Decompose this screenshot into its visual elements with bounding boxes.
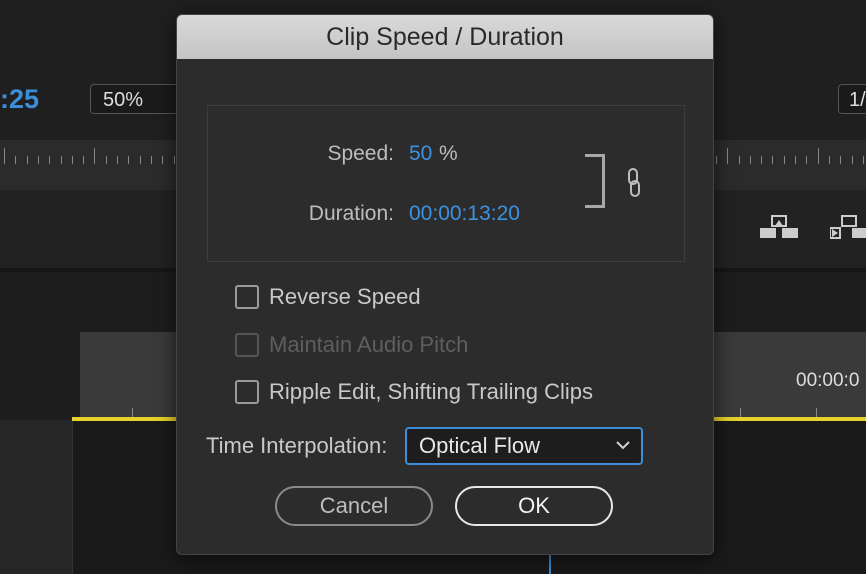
extract-icon[interactable] — [830, 214, 866, 240]
ruler-tick — [150, 156, 152, 164]
cancel-button[interactable]: Cancel — [275, 486, 433, 526]
ruler-tick — [37, 156, 39, 164]
ruler-tick — [727, 148, 729, 164]
checkbox-box[interactable] — [235, 380, 259, 404]
timeline-ruler-timecode: 00:00:0 — [796, 370, 860, 391]
ruler-tick — [173, 156, 175, 164]
ruler-tick — [49, 156, 51, 164]
ruler-tick — [795, 156, 796, 164]
ruler-tick — [83, 156, 85, 164]
time-interpolation-label: Time Interpolation: — [206, 433, 388, 458]
ruler-tick — [851, 156, 853, 164]
ruler-tick — [139, 156, 141, 164]
ruler-tick — [749, 156, 751, 164]
ruler-tick — [105, 156, 107, 164]
playhead-timecode[interactable]: :25 — [0, 84, 39, 115]
ruler-tick — [828, 156, 830, 164]
ruler-tick — [128, 156, 130, 164]
ripple-edit-checkbox[interactable]: Ripple Edit, Shifting Trailing Clips — [235, 377, 593, 407]
checkbox-box — [235, 333, 259, 357]
ruler-tick — [117, 156, 118, 164]
checkbox-label: Reverse Speed — [269, 284, 421, 309]
checkbox-box[interactable] — [235, 285, 259, 309]
clip-speed-duration-dialog: Clip Speed / Duration Speed: 50 % Durati… — [176, 14, 714, 555]
ruler-tick — [94, 148, 96, 164]
checkbox-label: Maintain Audio Pitch — [269, 332, 469, 357]
time-interpolation-value: Optical Flow — [419, 433, 541, 458]
maintain-audio-pitch-checkbox: Maintain Audio Pitch — [235, 330, 468, 360]
lift-icon[interactable] — [760, 214, 800, 240]
chain-link-icon[interactable] — [626, 168, 642, 198]
ruler-tick — [15, 156, 17, 164]
ruler-tick — [162, 156, 164, 164]
reverse-speed-checkbox[interactable]: Reverse Speed — [235, 282, 421, 312]
ruler-tick — [817, 148, 819, 164]
speed-duration-group: Speed: 50 % Duration: 00:00:13:20 — [207, 105, 685, 262]
duration-label: Duration: — [308, 202, 394, 225]
dialog-title[interactable]: Clip Speed / Duration — [177, 15, 713, 59]
link-bracket — [585, 154, 605, 208]
zoom-level-field[interactable]: 50% — [90, 84, 186, 114]
ruler-tick — [840, 156, 842, 164]
ruler-tick — [71, 156, 73, 164]
ruler-tick — [783, 156, 785, 164]
chevron-down-icon — [616, 441, 630, 450]
ruler-tick — [26, 156, 28, 164]
duration-value-field[interactable]: 00:00:13:20 — [409, 202, 520, 226]
ruler-tick — [862, 156, 864, 164]
time-interpolation-select[interactable]: Optical Flow — [405, 427, 643, 465]
ruler-tick — [738, 156, 740, 164]
speed-label: Speed: — [327, 142, 394, 165]
speed-unit: % — [439, 142, 458, 165]
resolution-field[interactable]: 1/ — [838, 84, 866, 114]
ruler-tick — [60, 156, 62, 164]
ok-button[interactable]: OK — [455, 486, 613, 526]
ruler-tick — [4, 148, 5, 164]
ruler-tick — [715, 156, 717, 164]
ruler-tick — [772, 156, 774, 164]
ruler-tick — [761, 156, 763, 164]
checkbox-label: Ripple Edit, Shifting Trailing Clips — [269, 379, 594, 404]
speed-value-field[interactable]: 50 — [409, 142, 432, 166]
track-headers — [0, 420, 73, 574]
ruler-tick — [806, 156, 808, 164]
